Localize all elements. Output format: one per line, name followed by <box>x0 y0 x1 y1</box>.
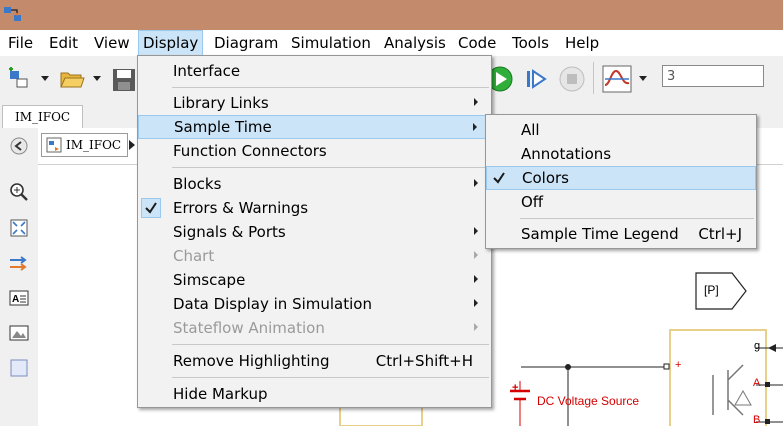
submenu-arrow-icon <box>473 123 477 131</box>
submenu-arrow-icon <box>474 179 478 187</box>
submenu-item-colors[interactable]: Colors <box>486 166 756 190</box>
toolbar-separator <box>593 62 594 94</box>
submenu-item-sample-time-legend[interactable]: Sample Time Legend Ctrl+J <box>486 222 756 246</box>
menu-item-errors-warnings[interactable]: Errors & Warnings <box>138 196 491 220</box>
menu-simulation[interactable]: Simulation <box>287 30 375 56</box>
new-dropdown-icon[interactable] <box>40 75 50 83</box>
menu-analysis[interactable]: Analysis <box>380 30 450 56</box>
menu-separator <box>172 344 489 345</box>
submenu-arrow-icon <box>474 98 478 106</box>
b-port-marker <box>765 419 770 424</box>
menu-display[interactable]: Display <box>138 30 204 56</box>
port-a-label: A <box>753 377 761 389</box>
menu-item-function-connectors[interactable]: Function Connectors <box>138 139 491 163</box>
stop-time-input[interactable]: 3 <box>662 65 764 87</box>
menu-file[interactable]: File <box>4 30 37 56</box>
menu-item-remove-highlighting[interactable]: Remove Highlighting Ctrl+Shift+H <box>138 349 491 373</box>
menu-separator <box>172 377 489 378</box>
left-palette: A <box>0 128 39 426</box>
menu-item-hide-markup[interactable]: Hide Markup <box>138 382 491 406</box>
display-menu: Interface Library Links Sample Time Func… <box>137 55 492 408</box>
menu-item-library-links[interactable]: Library Links <box>138 91 491 115</box>
menu-item-sample-time[interactable]: Sample Time <box>138 115 491 139</box>
fit-to-view-icon[interactable] <box>9 218 29 238</box>
submenu-arrow-icon <box>474 323 478 331</box>
annotation-icon[interactable]: A <box>9 288 29 308</box>
checkmark-icon <box>141 198 161 218</box>
menu-edit[interactable]: Edit <box>45 30 82 56</box>
svg-text:A: A <box>12 294 19 305</box>
menu-help[interactable]: Help <box>561 30 603 56</box>
checkmark-icon <box>490 169 510 189</box>
zoom-icon[interactable] <box>9 182 29 202</box>
new-model-icon[interactable] <box>7 67 31 91</box>
scope-dropdown-icon[interactable] <box>638 75 648 83</box>
breadcrumb-arrow-icon <box>129 140 135 150</box>
breadcrumb[interactable]: IM_IFOC <box>41 133 129 157</box>
back-icon[interactable] <box>9 136 29 156</box>
menu-separator <box>172 167 489 168</box>
shortcut-label: Ctrl+Shift+H <box>375 352 473 370</box>
area-icon[interactable] <box>9 358 29 378</box>
submenu-arrow-icon <box>474 299 478 307</box>
shortcut-label: Ctrl+J <box>698 225 742 243</box>
menu-item-signals-ports[interactable]: Signals & Ports <box>138 220 491 244</box>
port-g-label: g <box>754 340 761 352</box>
save-icon[interactable] <box>112 68 136 92</box>
menu-item-stateflow-animation: Stateflow Animation <box>138 316 491 340</box>
menu-separator <box>520 218 754 219</box>
menu-item-blocks[interactable]: Blocks <box>138 172 491 196</box>
dc-source-label: DC Voltage Source <box>537 394 640 408</box>
step-forward-icon[interactable] <box>524 67 548 91</box>
breadcrumb-model: IM_IFOC <box>66 138 122 152</box>
conn-port <box>663 363 670 370</box>
submenu-arrow-icon <box>474 275 478 283</box>
a-port-marker <box>765 382 770 387</box>
submenu-arrow-icon <box>474 227 478 235</box>
submenu-item-annotations[interactable]: Annotations <box>486 142 756 166</box>
goto-tag-label: [P] <box>704 283 719 297</box>
g-port-arrow <box>768 344 776 352</box>
menu-view[interactable]: View <box>90 30 134 56</box>
open-folder-icon[interactable] <box>59 68 85 90</box>
submenu-arrow-icon <box>474 251 478 259</box>
menu-item-data-display[interactable]: Data Display in Simulation <box>138 292 491 316</box>
menu-diagram[interactable]: Diagram <box>210 30 282 56</box>
menu-item-chart: Chart <box>138 244 491 268</box>
menu-code[interactable]: Code <box>454 30 500 56</box>
igbt-block[interactable] <box>669 329 767 426</box>
stop-icon[interactable] <box>558 65 586 93</box>
menu-separator <box>172 87 489 88</box>
dc-plus-label: + <box>512 382 519 394</box>
scope-icon[interactable] <box>602 65 632 93</box>
model-icon <box>46 137 62 153</box>
title-bar <box>0 0 783 30</box>
menu-bar: File Edit View Display Diagram Simulatio… <box>0 30 783 56</box>
submenu-item-off[interactable]: Off <box>486 190 756 214</box>
igbt-plus-label: + <box>675 359 682 371</box>
simulink-app-icon <box>4 7 21 21</box>
port-b-label: B <box>753 414 761 426</box>
open-dropdown-icon[interactable] <box>92 75 102 83</box>
sample-time-submenu: All Annotations Colors Off Sample Time L… <box>485 114 757 249</box>
image-icon[interactable] <box>9 323 29 343</box>
tab-im-ifoc[interactable]: IM_IFOC <box>2 105 84 129</box>
menu-item-simscape[interactable]: Simscape <box>138 268 491 292</box>
menu-tools[interactable]: Tools <box>508 30 553 56</box>
submenu-item-all[interactable]: All <box>486 118 756 142</box>
menu-item-interface[interactable]: Interface <box>138 59 491 83</box>
signal-arrows-icon[interactable] <box>9 253 29 273</box>
